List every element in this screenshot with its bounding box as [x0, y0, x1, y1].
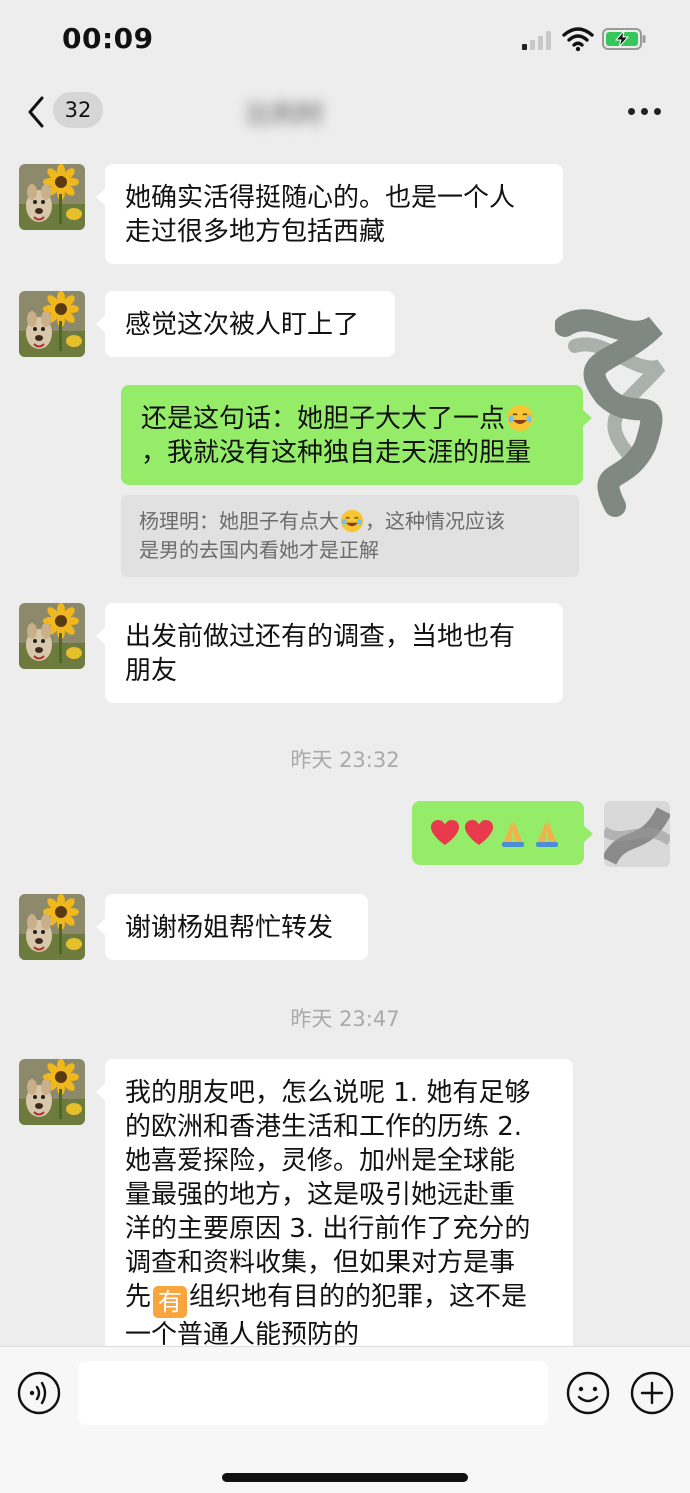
- message-line: 走过很多地方包括西藏: [125, 217, 386, 247]
- home-indicator[interactable]: [222, 1473, 468, 1482]
- avatar[interactable]: [19, 1059, 85, 1125]
- signal-icon: [522, 30, 554, 50]
- message-input[interactable]: [78, 1361, 548, 1425]
- chat-messages[interactable]: 她确实活得挺随心的。也是一个人 走过很多地方包括西藏 感觉这次被人盯上了 还是这…: [0, 146, 690, 1346]
- avatar[interactable]: [19, 291, 85, 357]
- sticker-icon[interactable]: [566, 1371, 610, 1415]
- message-line: 调查和资料收集，但如果对方是事: [125, 1248, 516, 1278]
- avatar-self[interactable]: [604, 801, 670, 867]
- message-line: 出发前做过还有的调查，当地也有: [125, 622, 516, 652]
- message-line: 感觉这次被人盯上了: [125, 310, 360, 340]
- avatar[interactable]: [19, 603, 85, 669]
- nav-bar: 32 比利时: [0, 78, 690, 146]
- quote-line: 杨理明：她胆子有点大 ，这种情况应该: [139, 509, 505, 533]
- heart-emoji: [431, 820, 459, 845]
- laughing-tears-emoji: [506, 404, 534, 432]
- message-line: 谢谢杨姐帮忙转发: [125, 913, 334, 943]
- timestamp: 昨天 23:47: [290, 1007, 400, 1031]
- message-line: 她确实活得挺随心的。也是一个人: [125, 183, 516, 213]
- message-line: 的欧洲和香港生活和工作的历练 2.: [125, 1112, 523, 1142]
- message-bubble-outgoing[interactable]: [412, 801, 593, 865]
- quoted-message[interactable]: 杨理明：她胆子有点大 ，这种情况应该 是男的去国内看她才是正解: [121, 495, 579, 577]
- message-bubble[interactable]: 我的朋友吧，怎么说呢 1. 她有足够 的欧洲和香港生活和工作的历练 2. 她喜爱…: [96, 1059, 573, 1346]
- status-bar: 00:09: [0, 0, 690, 78]
- quote-line: 是男的去国内看她才是正解: [139, 538, 379, 562]
- avatar[interactable]: [19, 894, 85, 960]
- voice-icon[interactable]: [17, 1371, 61, 1415]
- plus-icon[interactable]: [630, 1371, 674, 1415]
- battery-charging-icon: [602, 28, 646, 50]
- pray-emoji: [502, 821, 524, 847]
- message-bubble[interactable]: 感觉这次被人盯上了: [96, 291, 395, 357]
- chevron-left-icon[interactable]: [22, 92, 52, 132]
- wifi-icon: [562, 27, 594, 52]
- heart-emoji: [465, 820, 493, 845]
- message-bubble[interactable]: 出发前做过还有的调查，当地也有 朋友: [96, 603, 563, 703]
- laughing-tears-emoji: [340, 509, 364, 533]
- pray-emoji: [536, 821, 558, 847]
- message-bubble-outgoing[interactable]: 还是这句话：她胆子大大了一点 ，我就没有这种独自走天涯的胆量: [121, 385, 592, 485]
- message-line: 还是这句话：她胆子大大了一点: [141, 402, 563, 436]
- message-line: 她喜爱探险，灵修。加州是全球能: [125, 1146, 516, 1176]
- message-bubble[interactable]: 她确实活得挺随心的。也是一个人 走过很多地方包括西藏: [96, 164, 563, 264]
- you-character-emoji: 有: [153, 1286, 188, 1318]
- status-time: 00:09: [62, 22, 154, 55]
- chat-title: 比利时: [246, 100, 325, 130]
- more-dots-icon[interactable]: [628, 108, 662, 116]
- timestamp: 昨天 23:32: [290, 748, 400, 772]
- message-line: 洋的主要原因 3. 出行前作了充分的: [125, 1214, 531, 1244]
- message-line: 朋友: [125, 656, 178, 686]
- message-bubble[interactable]: 谢谢杨姐帮忙转发: [96, 894, 368, 960]
- message-line: 先有组织地有目的的犯罪，这不是: [125, 1282, 528, 1318]
- message-line: ，我就没有这种独自走天涯的胆量: [141, 438, 532, 468]
- input-bar: [0, 1346, 690, 1493]
- message-line: 一个普通人能预防的: [125, 1320, 360, 1346]
- message-line: 量最强的地方，这是吸引她远赴重: [125, 1180, 516, 1210]
- avatar[interactable]: [19, 164, 85, 230]
- message-line: 我的朋友吧，怎么说呢 1. 她有足够: [125, 1078, 531, 1108]
- unread-count-badge[interactable]: 32: [53, 92, 103, 128]
